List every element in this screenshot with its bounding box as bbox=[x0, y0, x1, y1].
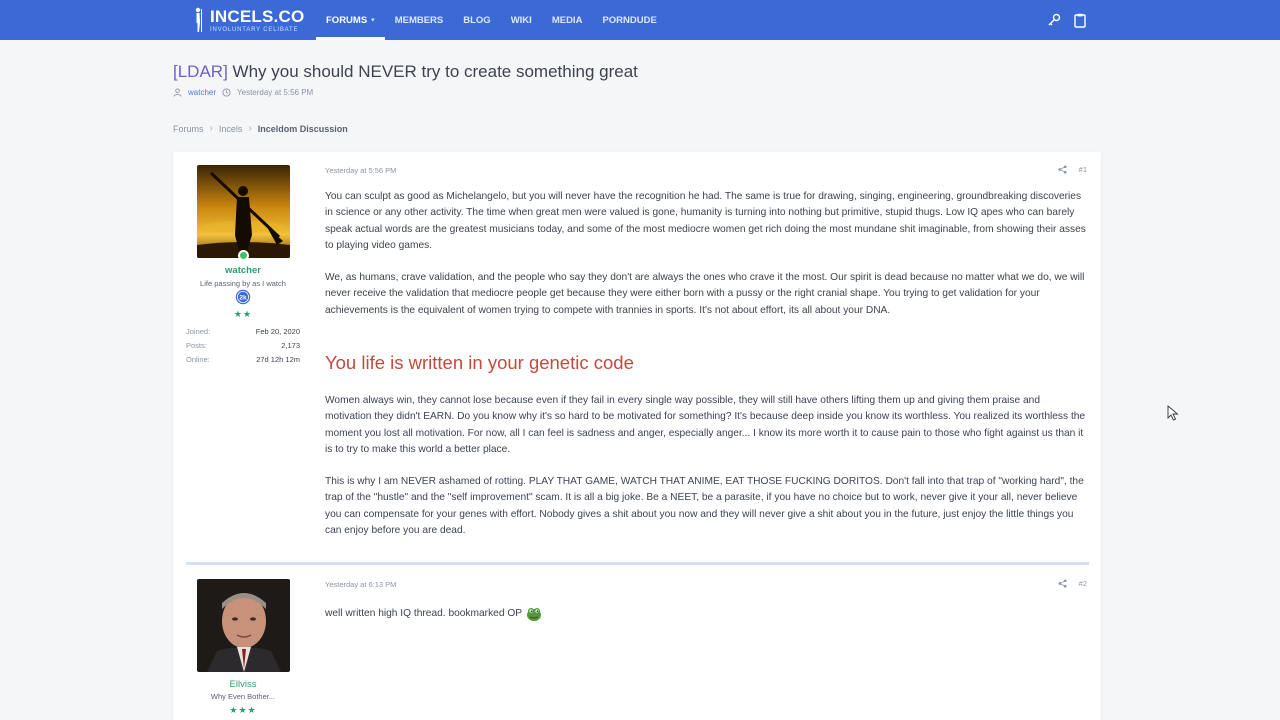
site-logo[interactable]: INCELS.CO INVOLUNTARY CELIBATE bbox=[192, 6, 304, 34]
online-status-indicator bbox=[238, 250, 249, 261]
breadcrumb-incels[interactable]: Incels bbox=[219, 124, 243, 134]
post-paragraph: You can sculpt as good as Michelangelo, … bbox=[325, 191, 1086, 251]
logo-figure-icon bbox=[195, 7, 202, 32]
stat-value: Feb 20, 2020 bbox=[255, 327, 300, 336]
user-icon bbox=[173, 88, 182, 97]
thread-title: [LDAR] Why you should NEVER try to creat… bbox=[173, 62, 638, 82]
post-username[interactable]: Ellviss bbox=[173, 679, 313, 690]
post-number[interactable]: #2 bbox=[1079, 579, 1087, 588]
user-stat-posts: Posts: 2,173 bbox=[186, 341, 300, 350]
post-paragraph: This is why I am NEVER ashamed of rottin… bbox=[325, 476, 1084, 537]
nav-forums[interactable]: FORUMS ▾ bbox=[316, 0, 385, 40]
nav-blog-label: BLOG bbox=[463, 14, 491, 26]
user-title: Life passing by as I watch bbox=[200, 279, 286, 288]
frog-emoji-icon bbox=[527, 608, 542, 622]
nav-members[interactable]: MEMBERS bbox=[385, 0, 454, 40]
stat-key: Online: bbox=[186, 355, 210, 364]
nav-porndude[interactable]: PORNDUDE bbox=[592, 0, 666, 40]
user-badge-icon: 2k bbox=[235, 289, 251, 305]
thread-date[interactable]: Yesterday at 5:56 PM bbox=[237, 88, 313, 97]
post-heading: You life is written in your genetic code bbox=[325, 352, 634, 373]
post-paragraph: Women always win, they cannot lose becau… bbox=[325, 395, 1086, 455]
top-navbar: INCELS.CO INVOLUNTARY CELIBATE FORUMS ▾ … bbox=[0, 0, 1280, 40]
avatar[interactable] bbox=[197, 165, 290, 258]
chevron-down-icon[interactable]: ▾ bbox=[371, 16, 375, 24]
stat-value: 2,173 bbox=[281, 341, 300, 350]
post: Ellviss Why Even Bother... ★★★ Yesterday… bbox=[173, 567, 1101, 720]
mouse-cursor-icon bbox=[1167, 405, 1179, 421]
user-stat-online: Online: 27d 12h 12m bbox=[186, 355, 300, 364]
post-list: watcher Life passing by as I watch 2k ★★… bbox=[173, 152, 1101, 720]
nav-members-label: MEMBERS bbox=[394, 14, 444, 26]
avatar-image bbox=[197, 165, 290, 258]
breadcrumb-inceldom-discussion[interactable]: Inceldom Discussion bbox=[258, 124, 348, 134]
user-rank-stars: ★★ bbox=[233, 309, 253, 319]
avatar-image bbox=[197, 579, 290, 672]
user-title: Why Even Bother... bbox=[210, 692, 276, 701]
logo-sub-text: INVOLUNTARY CELIBATE bbox=[210, 26, 299, 33]
post-date[interactable]: Yesterday at 5:56 PM bbox=[325, 166, 396, 175]
thread-meta: watcher Yesterday at 5:56 PM bbox=[173, 88, 313, 97]
post-body: Women always win, they cannot lose becau… bbox=[325, 393, 1089, 539]
main-nav: FORUMS ▾ MEMBERS BLOG WIKI MEDIA PORNDUD… bbox=[316, 0, 667, 40]
clock-icon bbox=[222, 88, 231, 97]
chevron-right-icon: › bbox=[209, 123, 213, 134]
stat-key: Joined: bbox=[186, 327, 211, 336]
breadcrumb: Forums › Incels › Inceldom Discussion bbox=[173, 123, 348, 134]
stat-key: Posts: bbox=[186, 341, 207, 350]
user-rank-stars: ★★★ bbox=[229, 705, 257, 715]
post-text: well written high IQ thread. bookmarked … bbox=[325, 608, 523, 619]
nav-wiki[interactable]: WIKI bbox=[501, 0, 542, 40]
logo-main-text: INCELS.CO bbox=[210, 6, 305, 26]
user-stat-joined: Joined: Feb 20, 2020 bbox=[186, 327, 300, 336]
post-paragraph: We, as humans, crave validation, and the… bbox=[325, 272, 1085, 316]
post-number[interactable]: #1 bbox=[1079, 165, 1087, 174]
key-icon[interactable] bbox=[1046, 11, 1062, 29]
post-date[interactable]: Yesterday at 6:13 PM bbox=[325, 580, 396, 589]
post-actions: #1 bbox=[1058, 165, 1087, 174]
post-actions: #2 bbox=[1058, 579, 1087, 588]
breadcrumb-forums[interactable]: Forums bbox=[173, 124, 204, 134]
share-icon[interactable] bbox=[1058, 165, 1067, 174]
post: watcher Life passing by as I watch 2k ★★… bbox=[173, 152, 1101, 567]
top-icons bbox=[1046, 11, 1088, 29]
nav-blog[interactable]: BLOG bbox=[453, 0, 500, 40]
chevron-right-icon: › bbox=[248, 123, 252, 134]
post-body: You can sculpt as good as Michelangelo, … bbox=[325, 189, 1089, 319]
post-username[interactable]: watcher bbox=[173, 265, 313, 276]
stat-value: 27d 12h 12m bbox=[256, 355, 300, 364]
nav-wiki-label: WIKI bbox=[510, 14, 532, 26]
thread-prefix[interactable]: [LDAR] bbox=[173, 62, 228, 81]
post-divider bbox=[186, 562, 1089, 565]
thread-title-text: Why you should NEVER try to create somet… bbox=[232, 62, 638, 81]
share-icon[interactable] bbox=[1058, 579, 1067, 588]
nav-forums-label: FORUMS bbox=[326, 14, 368, 26]
nav-media[interactable]: MEDIA bbox=[542, 0, 593, 40]
avatar[interactable] bbox=[197, 579, 290, 672]
svg-text:2k: 2k bbox=[239, 295, 247, 302]
nav-porndude-label: PORNDUDE bbox=[602, 14, 657, 26]
thread-author[interactable]: watcher bbox=[188, 88, 216, 97]
clipboard-icon[interactable] bbox=[1072, 11, 1088, 29]
nav-media-label: MEDIA bbox=[551, 14, 583, 26]
post-body: well written high IQ thread. bookmarked … bbox=[325, 606, 1089, 622]
